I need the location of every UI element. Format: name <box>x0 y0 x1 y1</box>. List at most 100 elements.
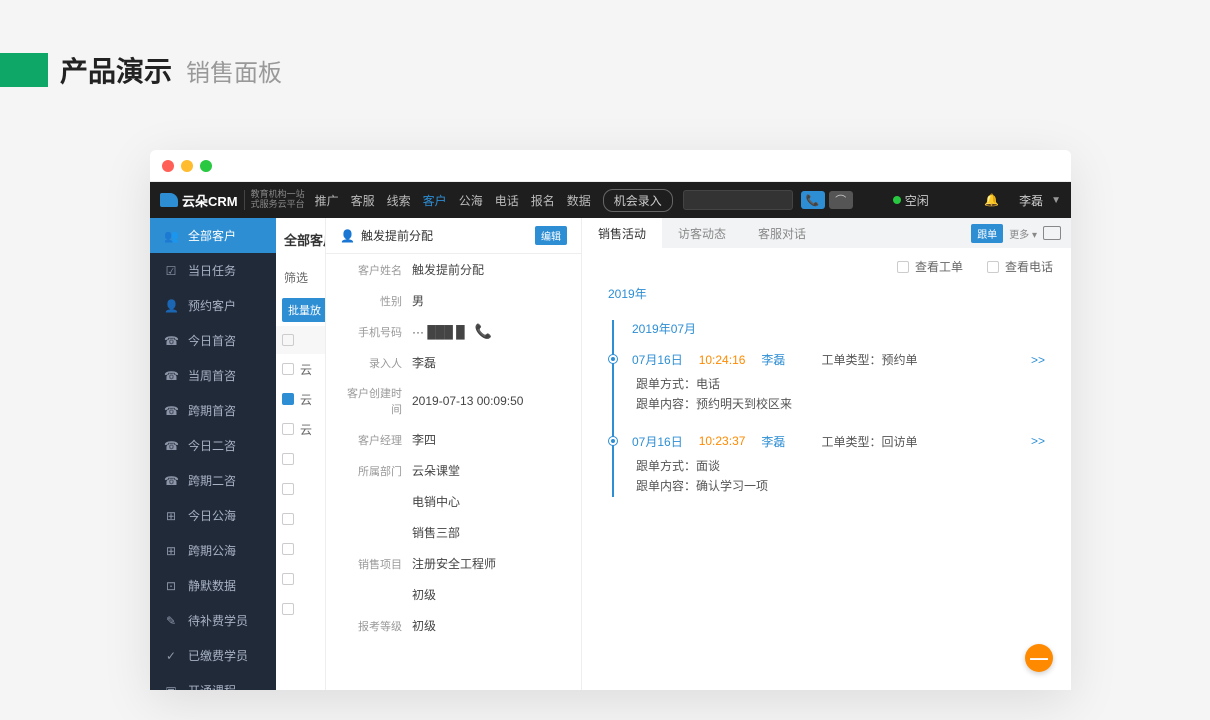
sidebar-item[interactable]: ☎当周首咨 <box>150 358 276 393</box>
user-name[interactable]: 李磊 <box>1019 192 1043 209</box>
maximize-icon[interactable] <box>200 160 212 172</box>
row-checkbox[interactable] <box>282 573 294 585</box>
field-value: 男 <box>412 292 424 309</box>
sidebar-item[interactable]: ⊡静默数据 <box>150 568 276 603</box>
view-ticket-checkbox[interactable]: 查看工单 <box>897 258 963 275</box>
phone-hangup-icon[interactable]: ⌒ <box>829 191 853 209</box>
detail-field: 销售三部 <box>326 517 581 548</box>
batch-button[interactable]: 批量放 <box>282 298 326 322</box>
event-user[interactable]: 李磊 <box>761 351 785 368</box>
brand-name: 云朵CRM <box>182 191 238 210</box>
fab-collapse-button[interactable]: — <box>1025 644 1053 672</box>
event-method: 跟单方式：电话 <box>636 374 1045 394</box>
list-item[interactable] <box>276 534 325 564</box>
followup-badge[interactable]: 跟单 <box>971 224 1003 243</box>
phone-answer-icon[interactable]: 📞 <box>801 191 825 209</box>
detail-field: 所属部门云朵课堂 <box>326 455 581 486</box>
nav-item[interactable]: 客户 <box>423 192 447 209</box>
timeline-event: 07月16日 10:23:37 李磊 工单类型：回访单 >> 跟单方式：面谈 跟… <box>632 433 1045 497</box>
sidebar-item[interactable]: ☎今日二咨 <box>150 428 276 463</box>
sidebar-item-label: 跨期公海 <box>188 542 236 559</box>
event-content: 跟单内容：预约明天到校区来 <box>636 394 1045 414</box>
list-item[interactable]: 云 <box>276 354 325 384</box>
nav-item[interactable]: 数据 <box>567 192 591 209</box>
opportunity-button[interactable]: 机会录入 <box>603 189 673 212</box>
list-item[interactable]: 云 <box>276 384 325 414</box>
event-expand-button[interactable]: >> <box>1031 353 1045 367</box>
sidebar-item[interactable]: ☎今日首咨 <box>150 323 276 358</box>
detail-field: 客户经理李四 <box>326 424 581 455</box>
view-call-checkbox[interactable]: 查看电话 <box>987 258 1053 275</box>
nav-item[interactable]: 客服 <box>351 192 375 209</box>
field-value: 李磊 <box>412 354 436 371</box>
timeline: 2019年 2019年07月 07月16日 10:24:16 李磊 工单类型：预… <box>582 285 1071 497</box>
brand-logo[interactable]: 云朵CRM 教育机构一站 式服务云平台 <box>160 190 305 210</box>
sidebar-item[interactable]: ⊞跨期公海 <box>150 533 276 568</box>
brand-tagline: 教育机构一站 式服务云平台 <box>244 190 305 210</box>
nav-item[interactable]: 线索 <box>387 192 411 209</box>
field-value: 触发提前分配 <box>412 261 484 278</box>
sidebar-item-label: 今日公海 <box>188 507 236 524</box>
field-value: 初级 <box>412 617 436 634</box>
sidebar-item[interactable]: ▣开通课程 <box>150 673 276 690</box>
sidebar-item[interactable]: ☎跨期首咨 <box>150 393 276 428</box>
row-checkbox[interactable] <box>282 393 294 405</box>
event-date: 07月16日 <box>632 433 683 450</box>
sidebar-item[interactable]: ☑当日任务 <box>150 253 276 288</box>
row-checkbox[interactable] <box>282 423 294 435</box>
minimize-icon[interactable] <box>181 160 193 172</box>
list-filter-label[interactable]: 筛选 <box>276 261 325 294</box>
nav-items: 推广客服线索客户公海电话报名数据 <box>315 192 591 209</box>
event-expand-button[interactable]: >> <box>1031 434 1045 448</box>
detail-header: 👤 触发提前分配 编辑 <box>326 218 581 254</box>
sidebar-icon: ☎ <box>164 334 178 348</box>
status-indicator-icon <box>893 196 901 204</box>
row-checkbox[interactable] <box>282 543 294 555</box>
sidebar-item-label: 今日二咨 <box>188 437 236 454</box>
activity-tab[interactable]: 客服对话 <box>742 218 822 248</box>
sidebar-item[interactable]: ☎跨期二咨 <box>150 463 276 498</box>
activity-tab[interactable]: 访客动态 <box>662 218 742 248</box>
field-label: 性别 <box>340 293 402 309</box>
nav-item[interactable]: 公海 <box>459 192 483 209</box>
chevron-down-icon[interactable]: ▼ <box>1051 195 1061 206</box>
sidebar-item[interactable]: 👥全部客户 <box>150 218 276 253</box>
row-checkbox[interactable] <box>282 513 294 525</box>
detail-title: 👤 触发提前分配 <box>340 227 433 244</box>
field-value: 初级 <box>412 586 436 603</box>
panel-toggle-icon[interactable] <box>1043 226 1061 240</box>
select-all-checkbox[interactable] <box>282 334 294 346</box>
sidebar-item[interactable]: 👤预约客户 <box>150 288 276 323</box>
detail-field: 销售项目注册安全工程师 <box>326 548 581 579</box>
list-item[interactable] <box>276 474 325 504</box>
field-label: 销售项目 <box>340 556 402 572</box>
row-checkbox[interactable] <box>282 603 294 615</box>
sidebar-item[interactable]: ✓已缴费学员 <box>150 638 276 673</box>
phone-icon[interactable]: 📞 <box>475 323 492 339</box>
row-checkbox[interactable] <box>282 483 294 495</box>
bell-icon[interactable]: 🔔 <box>984 193 999 207</box>
field-value: 销售三部 <box>412 524 460 541</box>
list-item[interactable]: 云 <box>276 414 325 444</box>
page-title: 产品演示 <box>60 50 172 90</box>
status-text[interactable]: 空闲 <box>905 192 929 209</box>
sidebar-item[interactable]: ⊞今日公海 <box>150 498 276 533</box>
search-input[interactable] <box>683 190 793 210</box>
row-checkbox[interactable] <box>282 453 294 465</box>
sidebar: 👥全部客户☑当日任务👤预约客户☎今日首咨☎当周首咨☎跨期首咨☎今日二咨☎跨期二咨… <box>150 218 276 690</box>
sidebar-icon: ☎ <box>164 369 178 383</box>
row-checkbox[interactable] <box>282 363 294 375</box>
nav-item[interactable]: 推广 <box>315 192 339 209</box>
event-user[interactable]: 李磊 <box>761 433 785 450</box>
nav-item[interactable]: 电话 <box>495 192 519 209</box>
nav-item[interactable]: 报名 <box>531 192 555 209</box>
activity-tab[interactable]: 销售活动 <box>582 218 662 248</box>
close-icon[interactable] <box>162 160 174 172</box>
edit-button[interactable]: 编辑 <box>535 226 567 245</box>
more-dropdown[interactable]: 更多 ▾ <box>1009 226 1037 241</box>
list-item[interactable] <box>276 594 325 624</box>
list-item[interactable] <box>276 444 325 474</box>
list-item[interactable] <box>276 564 325 594</box>
list-item[interactable] <box>276 504 325 534</box>
sidebar-item[interactable]: ✎待补费学员 <box>150 603 276 638</box>
